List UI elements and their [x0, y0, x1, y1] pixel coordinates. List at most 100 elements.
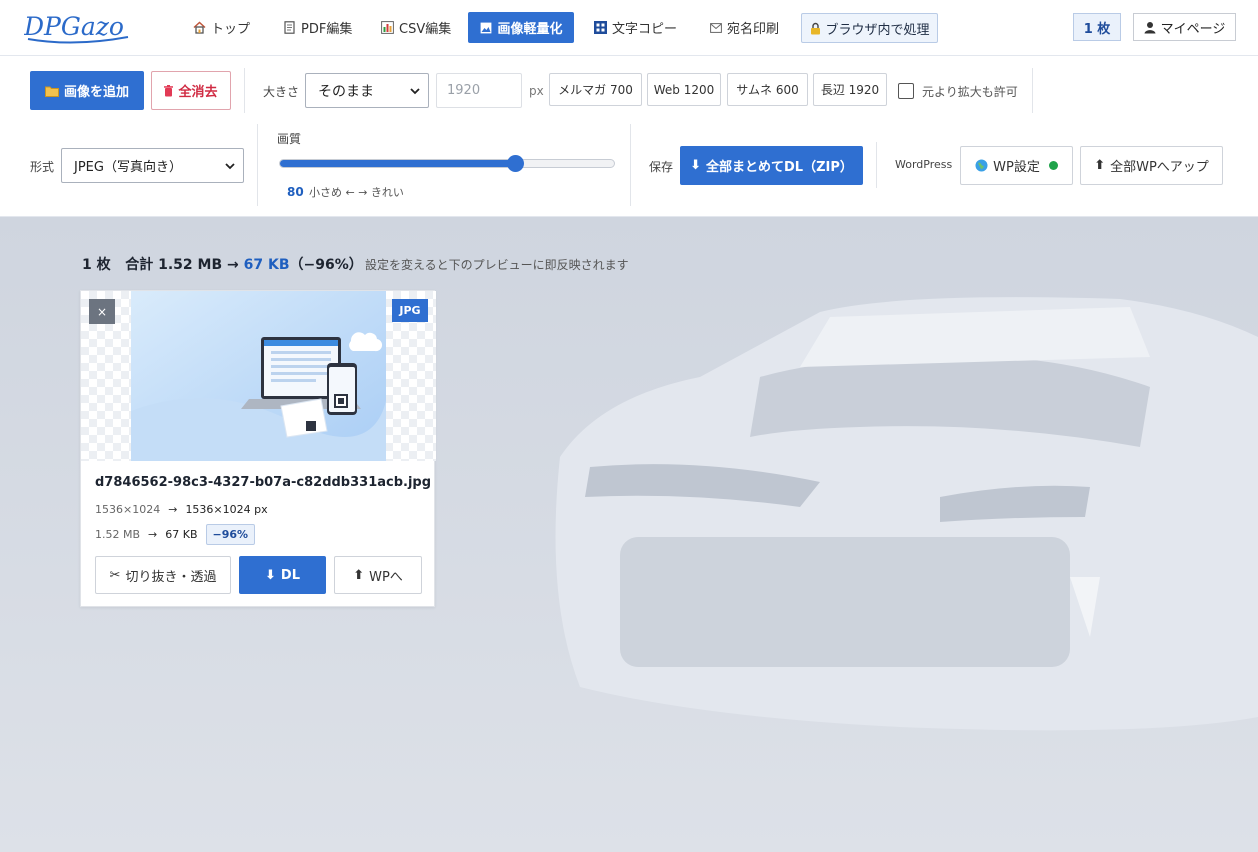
- image-card: × JPG d7846562-98c3-4327-b07a-c82ddb331a…: [80, 290, 436, 607]
- nav-text-copy[interactable]: 文字コピー: [586, 12, 685, 43]
- nav-csv-edit[interactable]: CSV編集: [373, 12, 459, 43]
- user-icon: [1144, 21, 1156, 34]
- format-select[interactable]: JPEG（写真向き）: [61, 148, 244, 183]
- preset-web-1200[interactable]: Web 1200: [647, 73, 721, 106]
- allow-upscale-checkbox[interactable]: [898, 83, 914, 99]
- format-label: 形式: [30, 160, 55, 174]
- size-select[interactable]: そのまま: [305, 73, 429, 108]
- reduction-badge: −96%: [205, 524, 256, 545]
- nav-top[interactable]: トップ: [185, 12, 258, 43]
- image-icon: [479, 21, 492, 34]
- trash-icon: [164, 84, 174, 97]
- quality-slider-thumb[interactable]: [507, 155, 525, 172]
- wp-settings-button[interactable]: WP設定: [960, 146, 1073, 185]
- nav-address-print-label: 宛名印刷: [727, 22, 780, 37]
- px-unit: px: [529, 84, 544, 98]
- download-all-label: 全部まとめてDL（ZIP）: [706, 160, 853, 175]
- divider: [244, 68, 245, 113]
- quality-value: 80: [287, 185, 304, 199]
- divider: [1032, 68, 1033, 113]
- filesize-row: 1.52 MB → 67 KB −96%: [95, 524, 256, 545]
- summary-total-after: 67 KB: [243, 257, 290, 273]
- image-count-label: 1 枚: [1083, 21, 1111, 37]
- app-header: DPGazo トップ PDF編集 CSV編集 画像軽量化 文字コピー 宛名印刷 …: [0, 0, 1258, 56]
- toolbar: 画像を追加 全消去 大きさ そのまま 1920 px メルマガ 700 Web …: [0, 56, 1258, 217]
- width-input-placeholder: 1920: [447, 83, 481, 98]
- scissors-icon: ✂: [109, 567, 121, 583]
- folder-icon: [44, 85, 59, 97]
- bar-chart-icon: [381, 21, 394, 34]
- mypage-button[interactable]: マイページ: [1133, 13, 1236, 41]
- in-browser-processing-label: ブラウザ内で処理: [825, 22, 930, 38]
- grid-icon: [594, 21, 607, 34]
- summary-reduction: （−96%）: [289, 257, 363, 273]
- format-select-value: JPEG（写真向き）: [74, 160, 182, 175]
- remove-image-button[interactable]: ×: [89, 299, 115, 324]
- upload-icon: ⬆: [353, 567, 365, 583]
- add-image-button[interactable]: 画像を追加: [30, 71, 144, 110]
- preset-long-side-1920[interactable]: 長辺 1920: [813, 73, 887, 106]
- quality-slider[interactable]: [279, 155, 615, 172]
- arrow-right-icon: →: [148, 528, 158, 541]
- nav-pdf-edit[interactable]: PDF編集: [275, 12, 360, 43]
- upload-all-wp-button[interactable]: ⬆ 全部WPへアップ: [1080, 146, 1223, 185]
- summary-total: 合計 1.52 MB →: [125, 257, 239, 273]
- preset-thumbnail-600[interactable]: サムネ 600: [727, 73, 808, 106]
- add-image-label: 画像を追加: [63, 85, 129, 100]
- crop-transparent-label: 切り抜き・透過: [125, 569, 217, 585]
- dimensions-row: 1536×1024 → 1536×1024 px: [95, 503, 268, 516]
- document-icon: [283, 21, 296, 34]
- width-input[interactable]: 1920: [436, 73, 522, 108]
- quality-slider-fill: [280, 160, 516, 167]
- nav-pdf-edit-label: PDF編集: [301, 22, 353, 37]
- close-icon: ×: [96, 304, 108, 319]
- chevron-down-icon: [225, 162, 235, 169]
- globe-icon: [975, 159, 988, 172]
- svg-text:DPGazo: DPGazo: [24, 12, 124, 41]
- crop-transparent-button[interactable]: ✂ 切り抜き・透過: [95, 556, 231, 594]
- clear-all-button[interactable]: 全消去: [151, 71, 231, 110]
- upload-wp-label: WPへ: [369, 569, 403, 585]
- format-badge: JPG: [392, 299, 428, 322]
- home-icon: [193, 21, 206, 34]
- size-before: 1.52 MB: [95, 528, 141, 541]
- summary-count: 1 枚: [82, 257, 111, 273]
- preset-label: 長辺 1920: [820, 83, 880, 97]
- size-after: 67 KB: [165, 528, 198, 541]
- wp-status-dot: [1048, 161, 1058, 170]
- file-name: d7846562-98c3-4327-b07a-c82ddb331acb.jpg: [95, 475, 432, 490]
- nav-image-compress-label: 画像軽量化: [497, 22, 563, 37]
- wp-settings-label: WP設定: [993, 160, 1040, 175]
- size-select-value: そのまま: [318, 83, 374, 100]
- thumbnail-area: × JPG: [81, 291, 436, 461]
- dimensions-after: 1536×1024 px: [185, 503, 268, 516]
- nav-address-print[interactable]: 宛名印刷: [701, 12, 787, 43]
- upload-all-wp-label: 全部WPへアップ: [1110, 160, 1209, 175]
- download-icon: ⬇: [265, 567, 276, 583]
- logo[interactable]: DPGazo: [24, 9, 132, 45]
- preset-label: Web 1200: [653, 82, 715, 97]
- nav-text-copy-label: 文字コピー: [612, 22, 678, 37]
- image-count-button[interactable]: 1 枚: [1073, 13, 1121, 41]
- upload-wp-button[interactable]: ⬆ WPへ: [334, 556, 422, 594]
- preset-newsletter-700[interactable]: メルマガ 700: [549, 73, 642, 106]
- divider: [630, 124, 631, 206]
- nav-image-compress[interactable]: 画像軽量化: [468, 12, 574, 43]
- dimensions-before: 1536×1024: [95, 503, 161, 516]
- save-label: 保存: [649, 160, 674, 174]
- download-label: DL: [280, 567, 300, 583]
- upload-icon: ⬆: [1094, 158, 1106, 173]
- quality-hint: 小さめ ← → きれい: [309, 186, 404, 199]
- size-label: 大きさ: [263, 85, 300, 99]
- divider: [876, 142, 877, 188]
- quality-label: 画質: [277, 132, 302, 146]
- thumbnail-image[interactable]: [131, 291, 386, 461]
- in-browser-processing-badge[interactable]: ブラウザ内で処理: [801, 13, 938, 43]
- envelope-icon: [709, 21, 722, 34]
- wordpress-label: WordPress: [895, 158, 953, 171]
- download-icon: ⬇: [690, 158, 702, 173]
- download-button[interactable]: ⬇ DL: [239, 556, 326, 594]
- download-all-zip-button[interactable]: ⬇ 全部まとめてDL（ZIP）: [680, 146, 863, 185]
- divider: [257, 124, 258, 206]
- mypage-label: マイページ: [1160, 21, 1226, 37]
